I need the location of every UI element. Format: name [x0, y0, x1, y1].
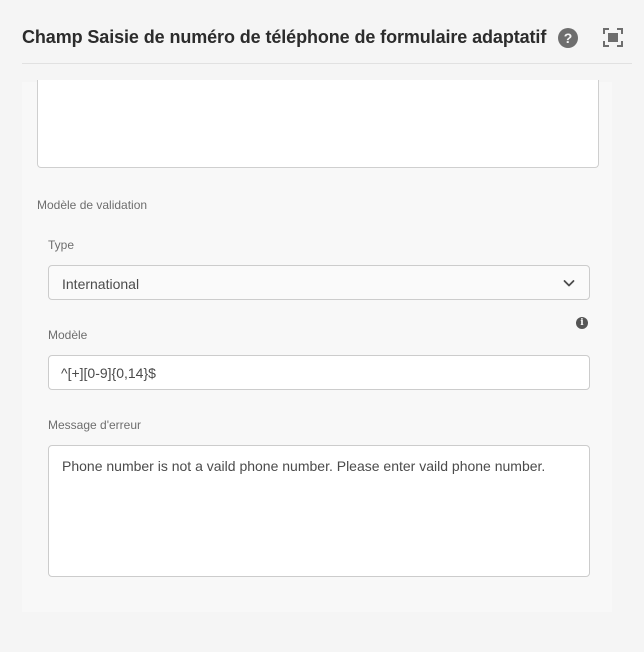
help-icon[interactable]: ?	[558, 28, 578, 48]
type-label: Type	[48, 238, 75, 252]
type-select[interactable]: International	[48, 265, 590, 300]
info-icon[interactable]: i	[576, 317, 588, 329]
panel-title: Champ Saisie de numéro de téléphone de f…	[22, 27, 547, 47]
pattern-label: Modèle	[48, 328, 88, 342]
previous-textarea[interactable]	[37, 80, 599, 168]
type-select-value: International	[62, 276, 140, 292]
error-message-textarea[interactable]: Phone number is not a vaild phone number…	[48, 445, 590, 577]
header-divider	[22, 63, 632, 64]
fullscreen-icon[interactable]	[603, 28, 623, 47]
panel-header: Champ Saisie de numéro de téléphone de f…	[0, 0, 644, 64]
error-message-label: Message d'erreur	[48, 418, 141, 432]
pattern-input[interactable]	[48, 355, 590, 390]
chevron-down-icon	[563, 280, 575, 287]
validation-section-label: Modèle de validation	[37, 198, 148, 212]
